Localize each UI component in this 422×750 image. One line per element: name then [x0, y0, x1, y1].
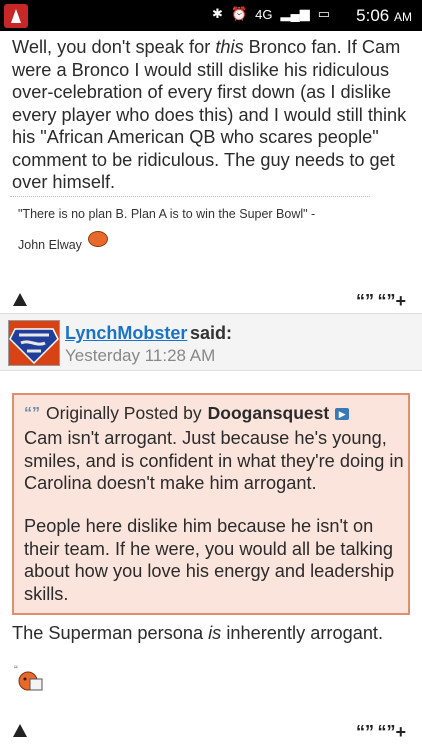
emoji-icon [17, 670, 43, 692]
username-link[interactable]: LynchMobster [65, 323, 187, 344]
report-icon[interactable] [13, 293, 27, 306]
signature-divider [10, 196, 370, 197]
post-header: LynchMobster said: Yesterday 11:28 AM [0, 313, 422, 371]
app-notification-icon [4, 4, 28, 28]
quote-paragraph-1: Cam isn't arrogant. Just because he's yo… [24, 428, 404, 493]
reply-text-post: inherently arrogant. [221, 623, 384, 643]
battery-icon: ▭ [317, 6, 330, 21]
reply-text-pre: The Superman persona [12, 623, 209, 643]
quote-author: Doogansquest [207, 403, 330, 423]
post-timestamp: Yesterday 11:28 AM [65, 346, 216, 365]
network-label: 4G [255, 6, 273, 22]
post-text: Well, you don't speak for [12, 37, 216, 57]
quote-paragraph-2: People here dislike him because he isn't… [24, 516, 395, 604]
status-bar: ✱ ⏰ 4G ▂▄▆ ▭ 5:06 AM [0, 0, 422, 31]
post-emphasis: this [215, 37, 244, 57]
superman-shield-icon [9, 328, 59, 365]
emoji-icon [87, 231, 108, 247]
quote-icon[interactable]: “” [356, 291, 374, 312]
reply-emphasis: is [208, 623, 222, 643]
report-icon[interactable] [13, 724, 27, 737]
signature-author-line: John Elway [18, 231, 108, 253]
quote-box: “” Originally Posted by Doogansquest ▶ C… [12, 393, 410, 615]
quote-mark-icon: “” [24, 404, 40, 422]
multiquote-icon[interactable]: “”+ [377, 291, 406, 312]
clock-ampm: AM [394, 10, 412, 24]
avatar[interactable] [8, 320, 60, 366]
signal-icon: ▂▄▆ [280, 6, 310, 21]
reply-text: The Superman persona is inherently arrog… [12, 622, 383, 645]
quote-prefix: Originally Posted by [46, 403, 202, 423]
smiley-reading-icon [18, 671, 43, 691]
multiquote-icon[interactable]: “”+ [377, 722, 406, 743]
said-label: said: [190, 323, 233, 343]
clock: 5:06 AM [356, 6, 412, 26]
status-icons: ✱ ⏰ 4G ▂▄▆ ▭ [212, 6, 330, 22]
post-toolbar: “” “”+ [0, 714, 422, 750]
quote-icon[interactable]: “” [356, 722, 374, 743]
post-body: Well, you don't speak for this Bronco fa… [12, 36, 410, 194]
signature-quote: "There is no plan B. Plan A is to win th… [18, 207, 316, 221]
bluetooth-icon: ✱ [212, 6, 223, 21]
view-post-icon[interactable]: ▶ [335, 407, 350, 420]
clock-time: 5:06 [356, 6, 390, 25]
signature-author: John Elway [18, 238, 82, 252]
alarm-icon: ⏰ [230, 6, 248, 21]
post-text-rest: Bronco fan. If Cam were a Bronco I would… [12, 37, 407, 192]
quote-header: “” Originally Posted by Doogansquest ▶ [24, 403, 350, 424]
